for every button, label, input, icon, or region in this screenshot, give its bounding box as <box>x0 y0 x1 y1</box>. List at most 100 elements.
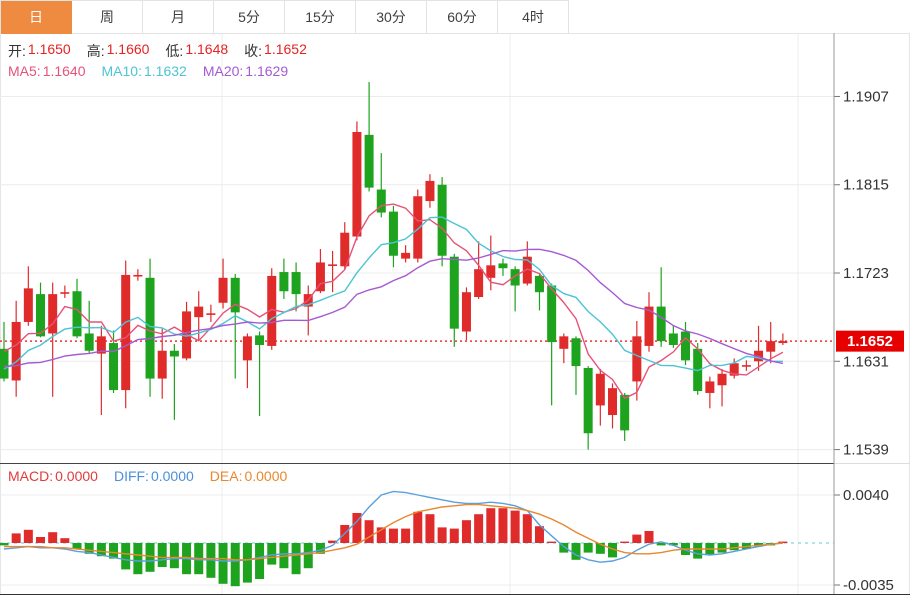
candle-body <box>511 269 520 285</box>
macd-hist-bar <box>0 543 9 545</box>
ohlc-label: 开: <box>8 41 26 61</box>
ohlc-item: 开:1.1650 <box>8 41 71 61</box>
macd-label: MACD: <box>8 468 53 484</box>
macd-hist-bar <box>48 532 57 543</box>
macd-hist-bar <box>632 535 641 543</box>
price-tick-label: 1.1539 <box>843 442 889 459</box>
tab-月[interactable]: 月 <box>143 1 214 34</box>
macd-hist-bar <box>24 530 33 543</box>
macd-hist-bar <box>486 508 495 543</box>
candle-body <box>243 336 252 360</box>
macd-hist-bar <box>12 533 21 543</box>
macd-hist-bar <box>645 531 654 543</box>
macd-hist-bar <box>255 543 264 579</box>
candle-body <box>766 341 775 352</box>
macd-hist-bar <box>121 543 130 569</box>
macd-hist-bar <box>170 543 179 568</box>
macd-value: 0.0000 <box>244 468 287 484</box>
candlestick-chart-canvas: 1.19071.18151.17231.16311.15390.0040-0.0… <box>0 0 911 598</box>
macd-hist-bar <box>498 508 507 543</box>
ohlc-value: 1.1660 <box>107 41 150 61</box>
candle-body <box>425 181 434 201</box>
macd-tick-label: -0.0035 <box>843 577 894 594</box>
candle-body <box>279 272 288 291</box>
macd-hist-bar <box>60 538 69 543</box>
ohlc-value: 1.1652 <box>264 41 307 61</box>
ohlc-label: 高: <box>87 41 105 61</box>
candle-body <box>778 341 787 343</box>
kline-chart-app: 1.19071.18151.17231.16311.15390.0040-0.0… <box>0 0 911 598</box>
candle-body <box>559 336 568 348</box>
candle-body <box>462 292 471 331</box>
ma-item: MA20:1.1629 <box>203 63 288 79</box>
macd-item: MACD:0.0000 <box>8 468 98 484</box>
tab-4时[interactable]: 4时 <box>498 1 569 34</box>
tab-5分[interactable]: 5分 <box>214 1 285 34</box>
macd-hist-bar <box>511 511 520 543</box>
candle-body <box>158 351 167 379</box>
candle-body <box>73 291 82 336</box>
macd-hist-bar <box>219 543 228 584</box>
ma-value: 1.1632 <box>144 63 187 79</box>
macd-tick-label: 0.0040 <box>843 487 889 504</box>
tab-周[interactable]: 周 <box>72 1 143 34</box>
macd-hist-bar <box>438 527 447 543</box>
candle-body <box>547 285 556 342</box>
macd-hist-bar <box>146 543 155 572</box>
ohlc-legend: 开:1.1650高:1.1660低:1.1648收:1.1652 <box>8 41 323 61</box>
macd-item: DIFF:0.0000 <box>114 468 194 484</box>
candle-body <box>401 253 410 259</box>
candle-body <box>596 374 605 406</box>
macd-hist-bar <box>693 543 702 559</box>
macd-hist-bar <box>158 543 167 567</box>
macd-hist-bar <box>267 543 276 565</box>
macd-label: DEA: <box>210 468 243 484</box>
candle-body <box>48 294 57 333</box>
macd-label: DIFF: <box>114 468 149 484</box>
macd-hist-bar <box>730 543 739 550</box>
candle-body <box>571 338 580 366</box>
candle-body <box>584 368 593 433</box>
candle-body <box>657 307 666 342</box>
candle-body <box>206 313 215 315</box>
ma-item: MA5:1.1640 <box>8 63 86 79</box>
candle-body <box>12 322 21 381</box>
candle-body <box>219 278 228 303</box>
macd-hist-bar <box>547 542 556 543</box>
macd-hist-bar <box>450 529 459 543</box>
candle-body <box>24 288 33 322</box>
ma-value: 1.1629 <box>245 63 288 79</box>
candle-body <box>742 365 751 367</box>
price-tick-label: 1.1723 <box>843 265 889 282</box>
price-tick-label: 1.1631 <box>843 353 889 370</box>
macd-hist-bar <box>133 543 142 574</box>
macd-value: 0.0000 <box>55 468 98 484</box>
candle-body <box>450 257 459 329</box>
macd-hist-bar <box>474 514 483 543</box>
macd-hist-bar <box>231 543 240 586</box>
candle-body <box>365 135 374 188</box>
macd-hist-bar <box>584 543 593 553</box>
ohlc-value: 1.1648 <box>185 41 228 61</box>
ma-value: 1.1640 <box>43 63 86 79</box>
candle-body <box>170 351 179 357</box>
ma-label: MA5: <box>8 63 41 79</box>
macd-hist-bar <box>620 542 629 543</box>
tab-15分[interactable]: 15分 <box>285 1 356 34</box>
macd-hist-bar <box>243 543 252 583</box>
tab-60分[interactable]: 60分 <box>427 1 498 34</box>
tab-30分[interactable]: 30分 <box>356 1 427 34</box>
candle-body <box>85 333 94 350</box>
macd-hist-bar <box>36 537 45 543</box>
candle-body <box>620 395 629 431</box>
candle-body <box>389 212 398 256</box>
macd-item: DEA:0.0000 <box>210 468 288 484</box>
candle-body <box>486 265 495 277</box>
candle-body <box>60 292 69 294</box>
candle-body <box>608 388 617 415</box>
ohlc-item: 高:1.1660 <box>87 41 150 61</box>
ohlc-item: 低:1.1648 <box>165 41 228 61</box>
tab-日[interactable]: 日 <box>1 1 72 34</box>
ohlc-label: 低: <box>165 41 183 61</box>
candle-body <box>292 272 301 294</box>
